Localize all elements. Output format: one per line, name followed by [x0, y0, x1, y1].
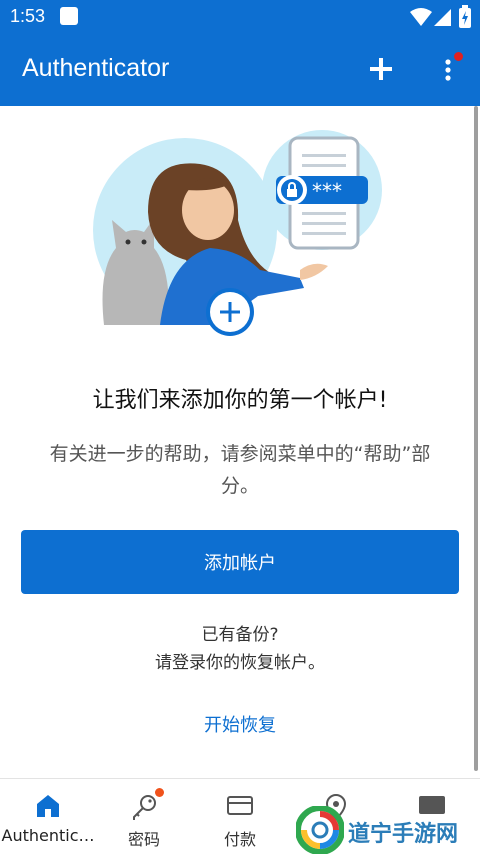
wallet-icon [227, 796, 253, 815]
battery-icon [459, 5, 471, 28]
nav-label: Authentic… [1, 826, 95, 845]
status-time: 1:53 [10, 6, 46, 26]
nav-authenticator[interactable]: Authentic… [0, 779, 96, 856]
backup-prompt-line2: 请登录你的恢复帐户。 [155, 653, 325, 673]
nav-passwords[interactable]: 密码 [96, 779, 192, 856]
masked-password-text: *** [312, 179, 342, 203]
add-account-button[interactable]: 添加帐户 [21, 530, 459, 594]
status-bar: 1:53 [0, 0, 480, 34]
watermark: 道宁手游网 [292, 800, 480, 855]
nav-payments[interactable]: 付款 [192, 779, 288, 856]
app-bar: Authenticator [0, 34, 480, 106]
key-icon [133, 795, 156, 820]
onboarding-illustration: *** [93, 130, 382, 336]
backup-prompt-line1: 已有备份? [201, 625, 279, 645]
watermark-text: 道宁手游网 [348, 822, 459, 847]
notification-icon [60, 7, 78, 25]
watermark-logo [296, 806, 344, 854]
nav-label: 付款 [223, 830, 256, 849]
wifi-icon [410, 8, 432, 26]
empty-state-description: 有关进一步的帮助，请参阅菜单中的“帮助”部分。 [49, 443, 431, 497]
home-icon [37, 795, 59, 817]
passwords-badge [155, 788, 164, 797]
app-title: Authenticator [22, 54, 170, 82]
menu-notification-dot [454, 52, 463, 61]
nav-label: 密码 [127, 830, 160, 849]
signal-icon [434, 9, 451, 26]
add-icon[interactable] [364, 52, 398, 86]
start-recovery-link[interactable]: 开始恢复 [0, 711, 480, 737]
empty-state-headline: 让我们来添加你的第一个帐户! [92, 388, 388, 413]
